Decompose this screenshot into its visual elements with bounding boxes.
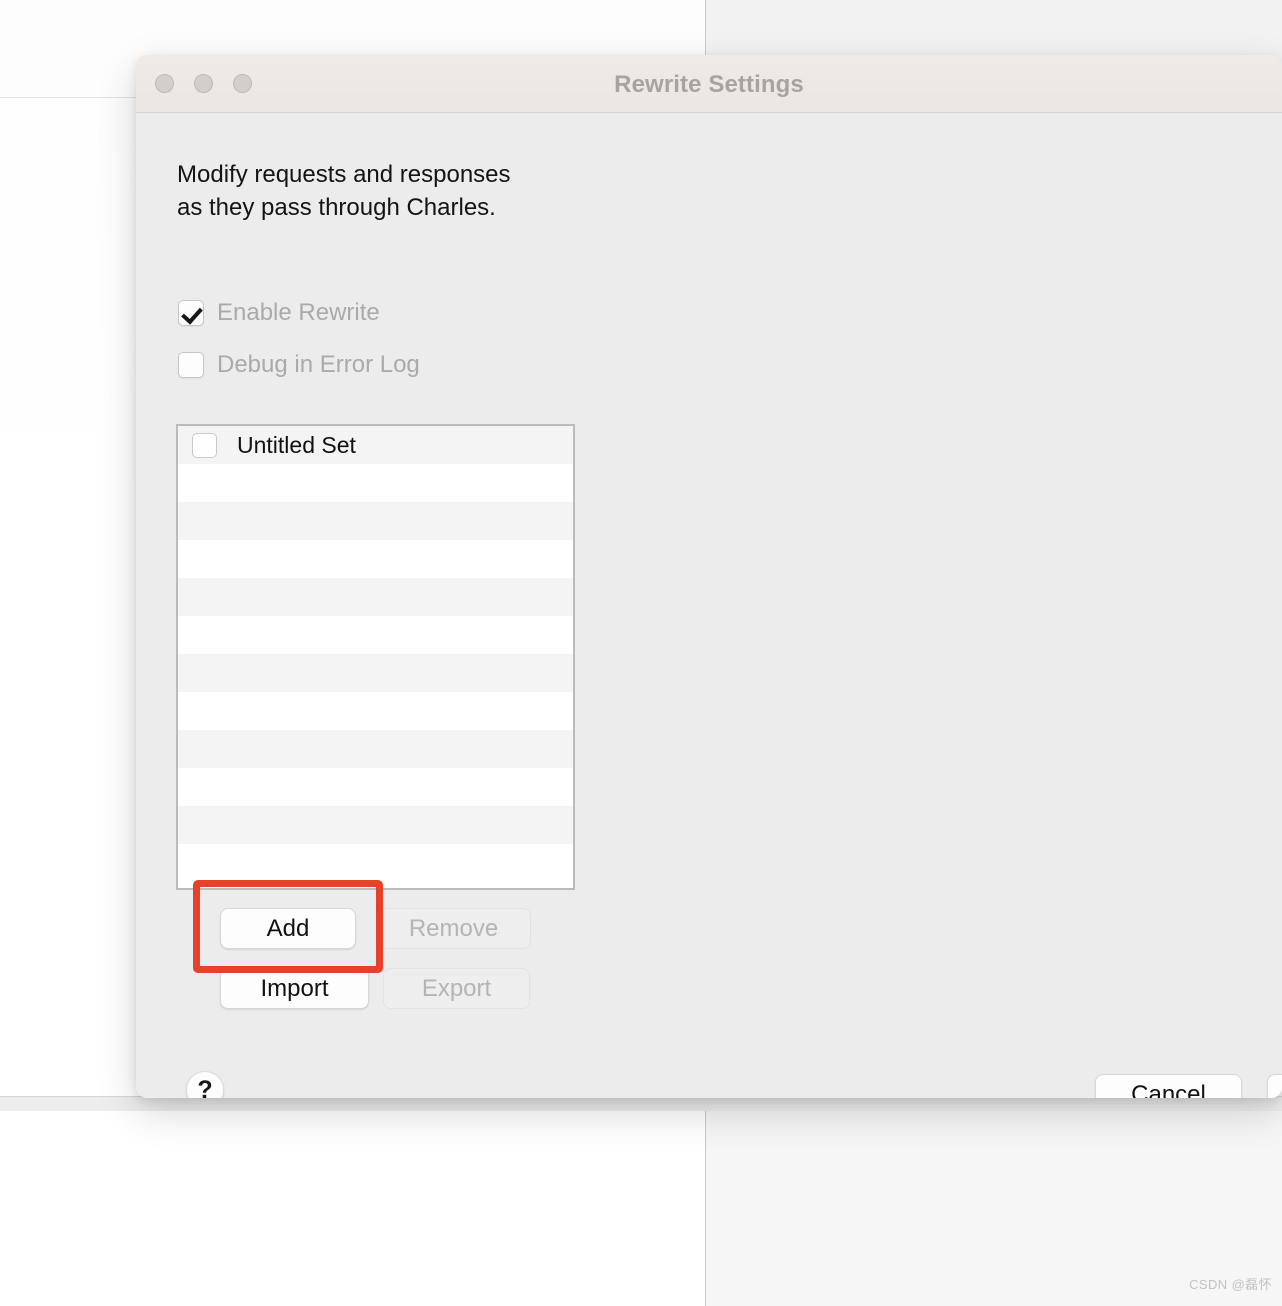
dialog-titlebar[interactable]: Rewrite Settings <box>136 55 1282 113</box>
list-item[interactable] <box>178 578 573 616</box>
list-item[interactable] <box>178 806 573 844</box>
import-button[interactable]: Import <box>220 968 369 1009</box>
list-item[interactable] <box>178 654 573 692</box>
enable-rewrite-label: Enable Rewrite <box>217 299 380 326</box>
list-item[interactable] <box>178 616 573 654</box>
rewrite-settings-dialog: Rewrite Settings Modify requests and res… <box>136 55 1282 1098</box>
dialog-description: Modify requests and responses as they pa… <box>177 161 511 221</box>
dialog-body: Modify requests and responses as they pa… <box>136 113 1282 1098</box>
help-button[interactable]: ? <box>186 1071 224 1098</box>
rewrite-sets-list[interactable]: Untitled Set <box>176 424 575 890</box>
background-bottom-strip <box>0 1097 1282 1111</box>
remove-button[interactable]: Remove <box>376 908 531 949</box>
list-item[interactable] <box>178 692 573 730</box>
debug-error-log-checkbox[interactable] <box>178 352 204 378</box>
list-item[interactable] <box>178 730 573 768</box>
enable-rewrite-checkbox-row[interactable]: Enable Rewrite <box>178 299 380 327</box>
add-button[interactable]: Add <box>220 908 356 949</box>
list-item[interactable] <box>178 464 573 502</box>
export-button[interactable]: Export <box>383 968 530 1009</box>
list-item[interactable] <box>178 540 573 578</box>
cancel-button[interactable]: Cancel <box>1095 1074 1242 1098</box>
ok-button[interactable] <box>1267 1074 1282 1098</box>
debug-error-log-checkbox-row[interactable]: Debug in Error Log <box>178 351 420 379</box>
list-item[interactable] <box>178 844 573 882</box>
debug-error-log-label: Debug in Error Log <box>217 351 420 378</box>
list-item[interactable]: Untitled Set <box>178 426 573 464</box>
watermark: CSDN @磊怀 <box>1189 1277 1272 1292</box>
list-item[interactable] <box>178 768 573 806</box>
list-item-label: Untitled Set <box>237 431 356 458</box>
list-item[interactable] <box>178 502 573 540</box>
window-title: Rewrite Settings <box>614 71 804 98</box>
enable-rewrite-checkbox[interactable] <box>178 300 204 326</box>
list-item-checkbox[interactable] <box>192 432 217 458</box>
